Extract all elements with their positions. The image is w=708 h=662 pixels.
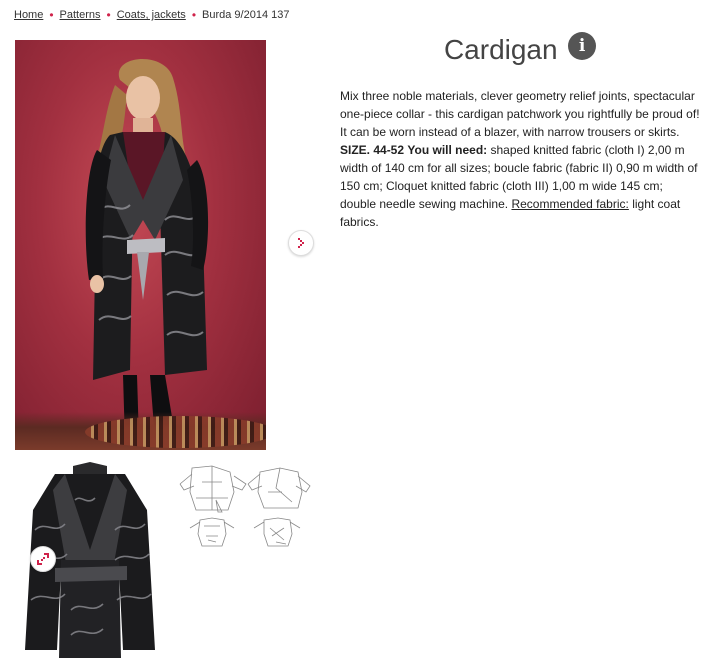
- size-label: SIZE. 44-52: [340, 143, 405, 157]
- breadcrumb-separator: •: [49, 8, 54, 22]
- next-image-button[interactable]: [288, 230, 314, 256]
- page-title: Cardigan: [443, 34, 558, 65]
- need-label: You will need:: [407, 143, 488, 157]
- expand-icon: [37, 553, 49, 565]
- breadcrumb-patterns[interactable]: Patterns: [60, 9, 101, 21]
- breadcrumb-separator: •: [191, 8, 197, 22]
- chevron-right-icon: [298, 238, 304, 248]
- breadcrumb-current: Burda 9/2014 137: [202, 9, 290, 21]
- recommended-fabric-label: Recommended fabric:: [511, 197, 629, 211]
- breadcrumb: Home • Patterns • Coats, jackets • Burda…: [14, 9, 289, 21]
- breadcrumb-home[interactable]: Home: [14, 9, 43, 21]
- description-intro: Mix three noble materials, clever geomet…: [340, 89, 700, 139]
- zoom-button[interactable]: [30, 546, 56, 572]
- title-block: Cardigan i: [340, 32, 700, 66]
- model-illustration: [85, 59, 209, 446]
- technical-drawing-illustration: [179, 465, 311, 547]
- breadcrumb-coats-jackets[interactable]: Coats, jackets: [117, 9, 186, 21]
- rug: [85, 416, 266, 448]
- info-icon[interactable]: i: [568, 32, 597, 60]
- main-product-photo[interactable]: [15, 40, 266, 450]
- thumbnail-technical-drawing[interactable]: [172, 462, 314, 552]
- product-description: Mix three noble materials, clever geomet…: [340, 87, 702, 231]
- breadcrumb-separator: •: [106, 8, 111, 22]
